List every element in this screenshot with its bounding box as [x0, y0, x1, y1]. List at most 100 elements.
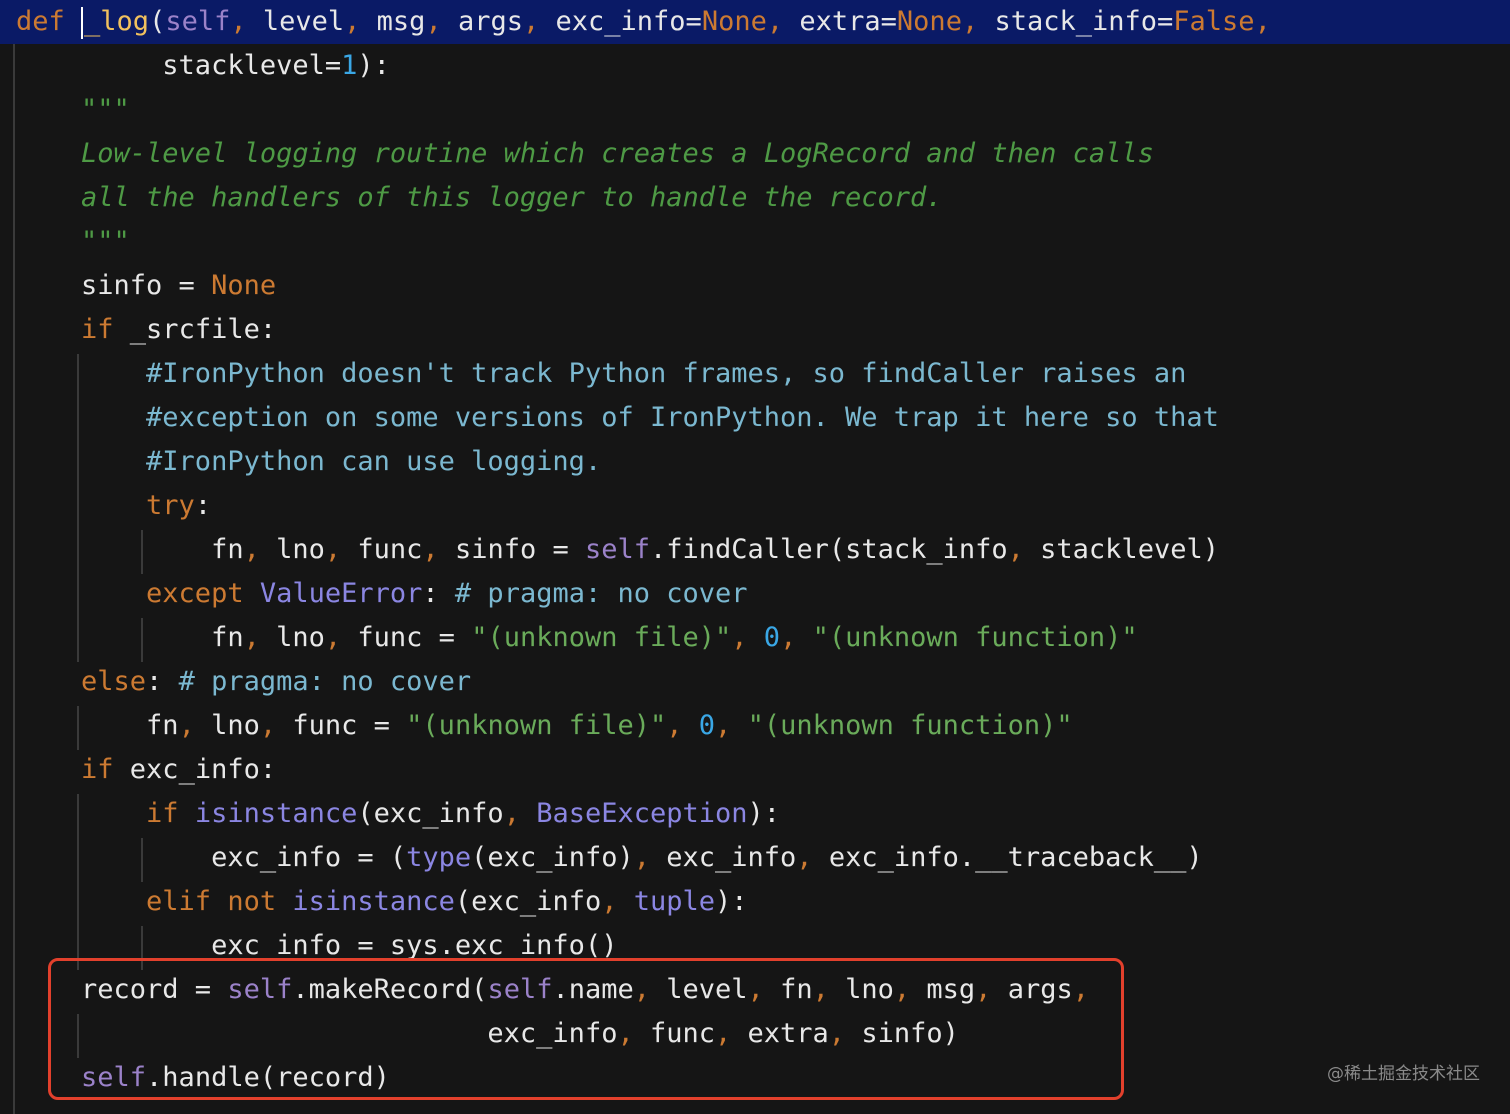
code-token: ,: [344, 6, 377, 37]
code-line[interactable]: #IronPython doesn't track Python frames,…: [0, 352, 1186, 396]
code-token: exc_info:: [129, 754, 277, 785]
code-line[interactable]: #IronPython can use logging.: [0, 440, 601, 484]
code-token: sinfo =: [16, 270, 212, 301]
code-token: ,: [503, 798, 537, 829]
code-line[interactable]: all the handlers of this logger to handl…: [0, 176, 943, 220]
text-cursor: [81, 6, 84, 39]
code-token: ,: [1254, 6, 1271, 37]
code-token: ,: [666, 710, 699, 741]
code-token: isinstance: [292, 886, 455, 917]
code-token: lno: [276, 622, 325, 653]
code-token: _srcfile:: [129, 314, 277, 345]
indent-guide: [77, 794, 79, 970]
code-token: :: [422, 578, 455, 609]
code-line[interactable]: stacklevel=1):: [0, 44, 390, 88]
code-token: Low-level logging routine which creates …: [16, 138, 1154, 169]
code-token: stack_info=: [994, 6, 1174, 37]
code-token: #exception on some versions of IronPytho…: [16, 402, 1219, 433]
code-token: :: [194, 490, 212, 521]
code-token: ValueError: [259, 578, 423, 609]
code-token: extra=: [799, 6, 897, 37]
code-line[interactable]: fn, lno, func = "(unknown file)", 0, "(u…: [0, 704, 1073, 748]
code-line[interactable]: try:: [0, 484, 211, 528]
code-token: func: [357, 534, 423, 565]
code-token: lno: [211, 710, 260, 741]
code-line[interactable]: exc_info = (type(exc_info), exc_info, ex…: [0, 836, 1203, 880]
code-token: ,: [425, 6, 458, 37]
code-token: if: [16, 314, 130, 345]
code-token: ,: [324, 622, 358, 653]
code-token: ,: [1007, 534, 1041, 565]
code-line[interactable]: sinfo = None: [0, 264, 276, 308]
code-line[interactable]: fn, lno, func = "(unknown file)", 0, "(u…: [0, 616, 1138, 660]
code-line[interactable]: except ValueError: # pragma: no cover: [0, 572, 748, 616]
code-token: exc_info=: [555, 6, 702, 37]
code-token: ,: [780, 622, 813, 653]
code-token: exc_info.__traceback__): [828, 842, 1203, 873]
code-token: ,: [715, 710, 748, 741]
code-token: None: [896, 6, 962, 37]
code-line[interactable]: """: [0, 88, 130, 132]
indent-guide: [13, 44, 15, 1114]
code-line[interactable]: #exception on some versions of IronPytho…: [0, 396, 1219, 440]
code-token: "(unknown function)": [747, 710, 1073, 741]
code-token: lno: [276, 534, 325, 565]
code-token: """: [16, 226, 130, 257]
code-token: isinstance: [194, 798, 358, 829]
code-token: ,: [259, 710, 293, 741]
code-token: type: [406, 842, 472, 873]
code-token: """: [16, 94, 130, 125]
code-line[interactable]: """: [0, 220, 130, 264]
code-token: ):: [357, 50, 390, 81]
code-token: ,: [178, 710, 212, 741]
code-token: (exc_info): [471, 842, 634, 873]
indent-guide: [141, 530, 143, 574]
code-line[interactable]: def _log(self, level, msg, args, exc_inf…: [0, 0, 1510, 44]
code-token: all the handlers of this logger to handl…: [16, 182, 943, 213]
code-token: (: [149, 6, 166, 37]
code-token: ,: [324, 534, 358, 565]
code-token: self: [165, 6, 231, 37]
code-token: level: [262, 6, 345, 37]
code-token: if: [16, 754, 130, 785]
code-line[interactable]: elif not isinstance(exc_info, tuple):: [0, 880, 748, 924]
watermark: @稀土掘金技术社区: [1327, 1064, 1480, 1084]
code-token: #IronPython can use logging.: [16, 446, 602, 477]
code-token: func =: [292, 710, 407, 741]
code-token: (exc_info: [357, 798, 504, 829]
code-token: exc_info = sys.exc_info(): [16, 930, 618, 961]
code-editor[interactable]: def _log(self, level, msg, args, exc_inf…: [0, 0, 1510, 1114]
code-token: False: [1173, 6, 1255, 37]
code-token: ,: [766, 6, 800, 37]
code-token: ,: [243, 534, 277, 565]
code-token: elif not: [16, 886, 293, 917]
code-line[interactable]: fn, lno, func, sinfo = self.findCaller(s…: [0, 528, 1219, 572]
code-line[interactable]: else: # pragma: no cover: [0, 660, 471, 704]
code-token: ,: [601, 886, 634, 917]
code-token: ,: [243, 622, 277, 653]
highlight-annotation-box: [48, 958, 1124, 1100]
code-token: stacklevel=: [16, 50, 342, 81]
code-token: fn: [16, 622, 244, 653]
code-token: ,: [731, 622, 764, 653]
code-token: stacklevel): [1040, 534, 1219, 565]
code-token: exc_info = (: [16, 842, 407, 873]
code-token: def: [16, 6, 82, 37]
code-token: fn: [16, 710, 179, 741]
code-token: ,: [633, 842, 667, 873]
code-token: "(unknown function)": [812, 622, 1138, 653]
code-token: try: [16, 490, 195, 521]
code-token: # pragma: no cover: [454, 578, 748, 609]
code-token: (exc_info: [454, 886, 602, 917]
code-token: func =: [357, 622, 472, 653]
code-line[interactable]: if exc_info:: [0, 748, 276, 792]
indent-guide: [141, 838, 143, 882]
code-line[interactable]: Low-level logging routine which creates …: [0, 132, 1154, 176]
code-token: "(unknown file)": [406, 710, 667, 741]
code-token: #IronPython doesn't track Python frames,…: [16, 358, 1187, 389]
indent-guide: [77, 354, 79, 662]
code-token: 0: [763, 622, 781, 653]
code-line[interactable]: if _srcfile:: [0, 308, 276, 352]
code-line[interactable]: if isinstance(exc_info, BaseException):: [0, 792, 780, 836]
code-token: # pragma: no cover: [178, 666, 472, 697]
